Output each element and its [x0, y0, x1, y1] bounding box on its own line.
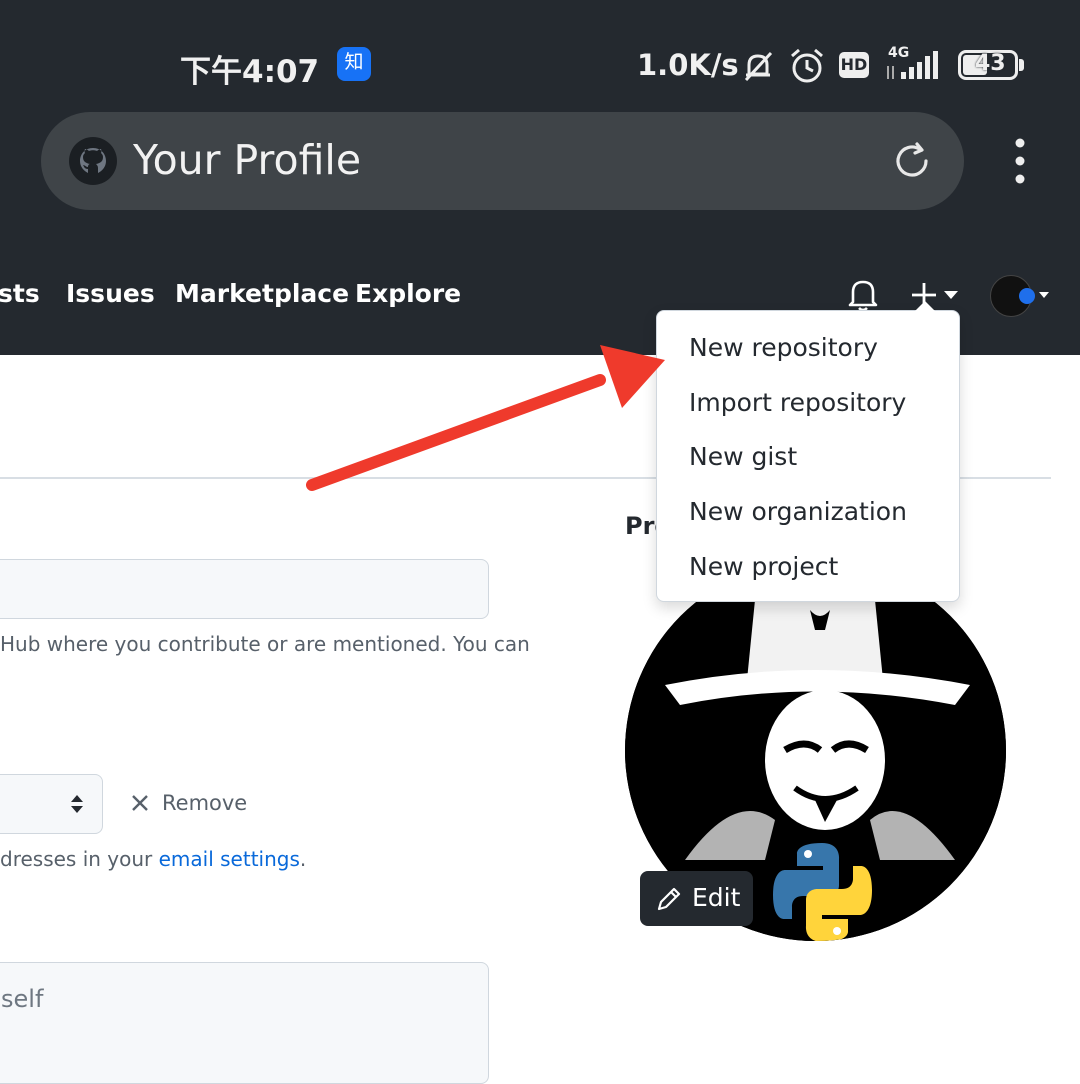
menu-item-new-repository[interactable]: New repository [689, 333, 878, 362]
nav-link-gists[interactable]: sts [0, 279, 40, 308]
nav-link-issues[interactable]: Issues [66, 279, 155, 308]
network-speed: 1.0K/s [637, 48, 739, 82]
status-time: 下午4:07 [180, 54, 320, 90]
email-select[interactable] [0, 774, 103, 834]
hd-label: HD [840, 55, 868, 74]
overflow-menu-icon[interactable] [1010, 138, 1030, 184]
mute-bell-icon [744, 51, 773, 82]
reload-icon[interactable] [891, 140, 933, 182]
email-settings-suffix: . [299, 847, 307, 871]
battery-icon: 43 [958, 50, 1018, 80]
user-avatar-menu-button[interactable] [990, 275, 1052, 317]
create-new-dropdown-button[interactable] [905, 278, 965, 312]
edit-avatar-button[interactable]: Edit [640, 871, 753, 926]
email-settings-help: dresses in your email settings. [0, 847, 306, 871]
menu-item-new-organization[interactable]: New organization [689, 497, 907, 526]
menu-item-import-repository[interactable]: Import repository [689, 388, 906, 417]
menu-item-new-gist[interactable]: New gist [689, 442, 797, 471]
menu-caret [915, 301, 935, 311]
python-logo-icon [773, 843, 872, 941]
battery-level: 43 [975, 51, 1006, 76]
email-settings-prefix: dresses in your [0, 847, 159, 871]
status-dot-icon [1019, 288, 1035, 304]
annotation-arrow-icon [306, 345, 665, 491]
public-email-field[interactable] [0, 559, 489, 619]
bio-placeholder: self [1, 985, 44, 1013]
create-new-menu: New repository Import repository New gis… [656, 301, 960, 602]
hd-icon: HD [839, 52, 869, 78]
email-settings-link[interactable]: email settings [159, 847, 300, 871]
github-logo-icon [69, 137, 117, 185]
zhihu-app-icon: 知 [337, 47, 371, 81]
nav-link-marketplace[interactable]: Marketplace [175, 279, 349, 308]
address-bar[interactable]: Your Profile [41, 112, 964, 210]
remove-label: Remove [162, 791, 248, 815]
chevron-down-icon [1039, 292, 1049, 298]
edit-label: Edit [692, 883, 741, 912]
zhihu-app-badge: 知 [344, 51, 364, 73]
page-title: Your Profile [133, 136, 362, 184]
nav-link-explore[interactable]: Explore [355, 279, 461, 308]
select-arrows-icon [71, 795, 83, 813]
chevron-down-icon [944, 291, 958, 299]
email-help-text: Hub where you contribute or are mentione… [0, 632, 530, 656]
signal-icon [887, 51, 938, 79]
close-icon [132, 795, 148, 811]
pencil-icon [657, 887, 681, 911]
menu-item-new-project[interactable]: New project [689, 552, 838, 581]
bio-textarea[interactable]: self [0, 962, 489, 1084]
notification-bell-icon[interactable] [846, 277, 880, 313]
alarm-icon [791, 48, 823, 83]
battery-tip [1019, 59, 1024, 71]
